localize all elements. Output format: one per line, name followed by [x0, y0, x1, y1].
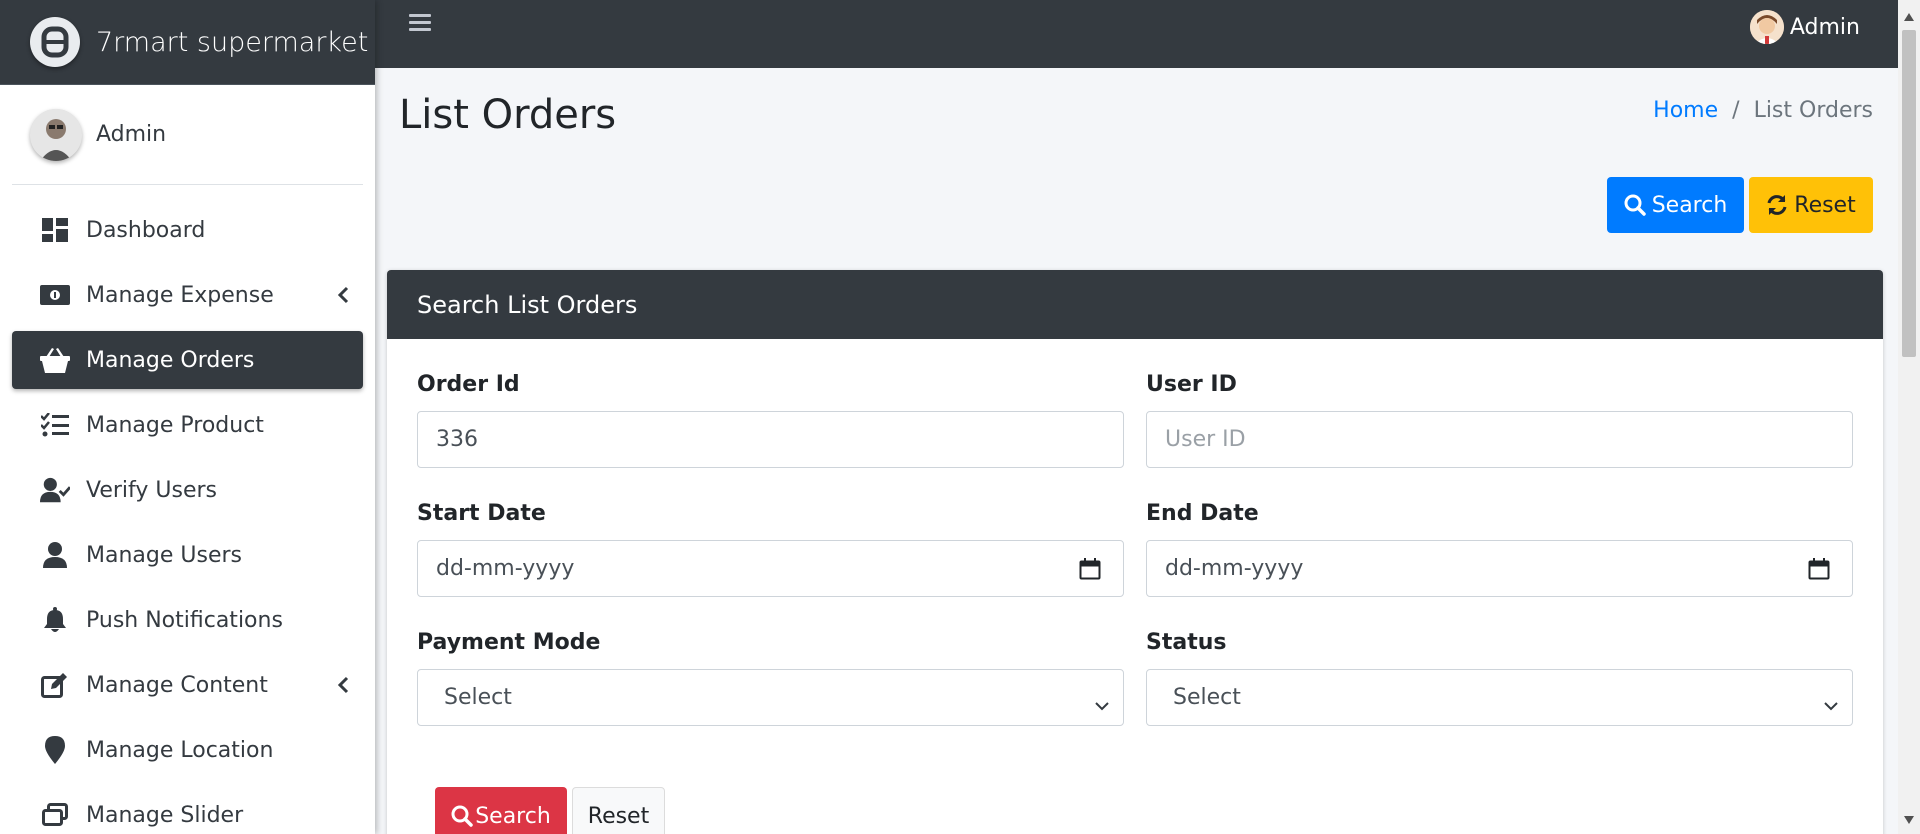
user-id-input[interactable]: User ID	[1146, 411, 1853, 468]
hamburger-menu-icon[interactable]	[409, 12, 431, 38]
sidebar: 7rmart supermarket Admin Dashboard Manag…	[0, 0, 375, 834]
start-date-input[interactable]: dd-mm-yyyy	[417, 540, 1124, 597]
sidebar-item-manage-product[interactable]: Manage Product	[12, 396, 363, 454]
reset-page-button[interactable]: Reset	[1749, 177, 1873, 233]
search-card: Search List Orders Order Id 336 User ID …	[387, 270, 1883, 834]
sidebar-item-manage-users[interactable]: Manage Users	[12, 526, 363, 584]
avatar	[1749, 10, 1784, 44]
sidebar-item-push-notifications[interactable]: Push Notifications	[12, 591, 363, 649]
sidebar-item-label: Manage Product	[86, 412, 264, 438]
end-date-label: End Date	[1146, 501, 1259, 526]
chevron-left-icon	[337, 285, 349, 310]
breadcrumb-current: List Orders	[1753, 98, 1873, 123]
avatar	[30, 108, 82, 161]
user-id-group: User ID User ID	[1146, 372, 1853, 468]
payment-mode-label: Payment Mode	[417, 630, 601, 655]
page-scrollbar[interactable]	[1898, 0, 1920, 834]
breadcrumb-home-link[interactable]: Home	[1653, 98, 1718, 123]
status-select[interactable]: Select	[1146, 669, 1853, 726]
bell-icon	[40, 605, 70, 635]
breadcrumb-separator: /	[1732, 98, 1740, 123]
calendar-icon[interactable]	[1079, 558, 1101, 586]
refresh-icon	[1767, 195, 1787, 215]
start-date-group: Start Date dd-mm-yyyy	[417, 501, 1124, 597]
order-id-value: 336	[436, 427, 478, 452]
order-id-label: Order Id	[417, 372, 520, 397]
status-group: Status Select	[1146, 630, 1853, 726]
reset-button-label: Reset	[587, 803, 650, 829]
topbar-user-name: Admin	[1789, 14, 1860, 40]
payment-mode-selected: Select	[444, 685, 512, 710]
chevron-left-icon	[337, 675, 349, 700]
reset-button[interactable]: Reset	[572, 787, 665, 834]
user-check-icon	[40, 475, 70, 505]
search-button-label: Search	[475, 803, 551, 829]
sidebar-item-label: Push Notifications	[86, 607, 283, 633]
sidebar-user-name: Admin	[96, 122, 167, 147]
breadcrumb: Home / List Orders	[1653, 98, 1873, 123]
user-id-label: User ID	[1146, 372, 1237, 397]
sidebar-item-label: Manage Users	[86, 542, 242, 568]
basket-icon	[40, 345, 70, 375]
search-icon	[1624, 194, 1646, 216]
end-date-placeholder: dd-mm-yyyy	[1165, 556, 1304, 581]
sidebar-item-label: Manage Location	[86, 737, 274, 763]
sidebar-item-manage-orders[interactable]: Manage Orders	[12, 331, 363, 389]
payment-mode-select[interactable]: Select	[417, 669, 1124, 726]
brand-link[interactable]: 7rmart supermarket	[0, 0, 375, 85]
map-marker-icon	[40, 735, 70, 765]
sidebar-user-panel[interactable]: Admin	[12, 85, 363, 185]
scrollbar-thumb[interactable]	[1902, 30, 1916, 357]
scroll-up-arrow-icon[interactable]	[1904, 6, 1914, 25]
search-icon	[451, 805, 473, 827]
sidebar-item-label: Manage Expense	[86, 282, 274, 308]
sidebar-item-label: Verify Users	[86, 477, 218, 503]
sidebar-nav: Dashboard Manage Expense Manage Orders M…	[0, 201, 375, 834]
order-id-group: Order Id 336	[417, 372, 1124, 468]
chevron-down-icon	[1824, 692, 1838, 717]
start-date-label: Start Date	[417, 501, 546, 526]
status-label: Status	[1146, 630, 1227, 655]
tasks-icon	[40, 410, 70, 440]
sidebar-item-manage-content[interactable]: Manage Content	[12, 656, 363, 714]
sidebar-item-manage-expense[interactable]: Manage Expense	[12, 266, 363, 324]
search-toggle-button[interactable]: Search	[1607, 177, 1744, 233]
money-icon	[40, 280, 70, 310]
brand-logo-icon	[30, 17, 80, 67]
reset-page-label: Reset	[1794, 192, 1856, 218]
sidebar-item-label: Manage Orders	[86, 347, 255, 373]
calendar-icon[interactable]	[1808, 558, 1830, 586]
topbar: Admin	[375, 0, 1898, 68]
status-selected: Select	[1173, 685, 1241, 710]
brand-name: 7rmart supermarket	[96, 26, 369, 58]
page-title: List Orders	[399, 92, 617, 138]
sidebar-item-manage-slider[interactable]: Manage Slider	[12, 786, 363, 834]
edit-icon	[40, 670, 70, 700]
sidebar-item-label: Manage Slider	[86, 802, 244, 828]
topbar-user-menu[interactable]: Admin	[1749, 10, 1860, 44]
start-date-placeholder: dd-mm-yyyy	[436, 556, 575, 581]
end-date-group: End Date dd-mm-yyyy	[1146, 501, 1853, 597]
sidebar-item-verify-users[interactable]: Verify Users	[12, 461, 363, 519]
user-id-placeholder: User ID	[1165, 427, 1246, 452]
payment-mode-group: Payment Mode Select	[417, 630, 1124, 726]
search-toggle-label: Search	[1651, 192, 1728, 218]
end-date-input[interactable]: dd-mm-yyyy	[1146, 540, 1853, 597]
dashboard-icon	[40, 215, 70, 245]
main-content: List Orders Home / List Orders Search Re…	[375, 68, 1898, 834]
chevron-down-icon	[1095, 692, 1109, 717]
sidebar-item-label: Manage Content	[86, 672, 268, 698]
card-title: Search List Orders	[387, 270, 1883, 339]
scroll-down-arrow-icon[interactable]	[1904, 809, 1914, 828]
slider-icon	[40, 800, 70, 830]
sidebar-item-label: Dashboard	[86, 217, 206, 243]
sidebar-item-dashboard[interactable]: Dashboard	[12, 201, 363, 259]
sidebar-item-manage-location[interactable]: Manage Location	[12, 721, 363, 779]
search-button[interactable]: Search	[435, 787, 567, 834]
order-id-input[interactable]: 336	[417, 411, 1124, 468]
user-icon	[40, 540, 70, 570]
